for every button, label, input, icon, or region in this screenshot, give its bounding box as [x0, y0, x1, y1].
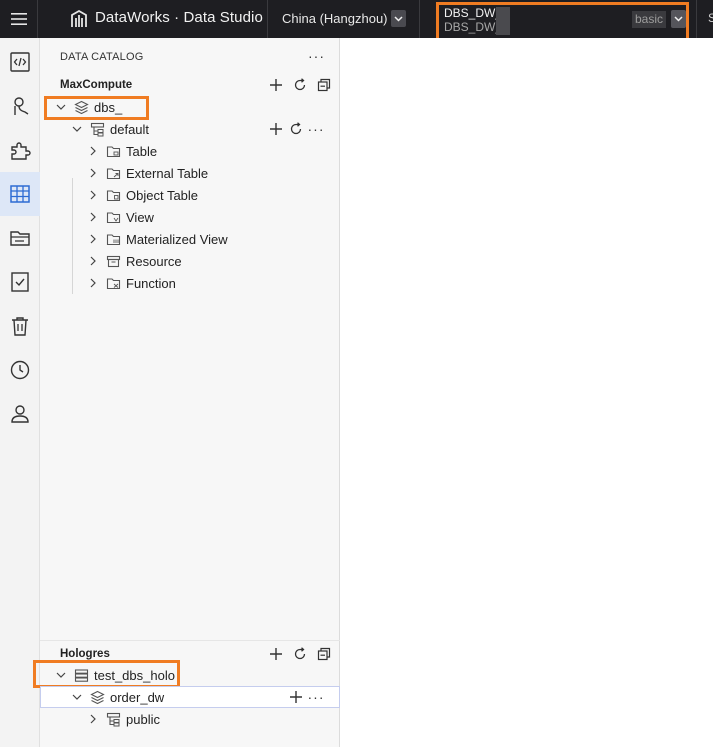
chevron-right-icon[interactable]	[86, 210, 100, 224]
collapse-all-icon[interactable]	[316, 77, 332, 93]
chevron-right-icon[interactable]	[86, 276, 100, 290]
tree-item-materialized-view[interactable]: Materialized View	[40, 228, 340, 250]
tree-item-external-table[interactable]: External Table	[40, 162, 340, 184]
section-title-hologres: Hologres	[60, 648, 110, 660]
chevron-down-icon[interactable]	[70, 690, 84, 704]
add-icon[interactable]	[288, 689, 304, 705]
database-name: order_dw	[110, 689, 165, 705]
schema-icon	[105, 711, 121, 727]
more-icon[interactable]: ···	[308, 121, 324, 137]
folder-materialized-view-icon	[105, 231, 121, 247]
tree-item-function[interactable]: Function	[40, 272, 340, 294]
tree-item-label: Table	[126, 143, 158, 159]
editor-area	[340, 38, 713, 747]
folder-table-icon	[105, 143, 121, 159]
folder-icon[interactable]	[0, 216, 40, 260]
tree-item-label: Materialized View	[126, 231, 228, 247]
workspace-selector[interactable]: DBS_DW_ DBS_DW_ basic	[436, 2, 689, 41]
code-icon[interactable]	[0, 40, 40, 84]
divider	[267, 0, 268, 38]
chevron-right-icon[interactable]	[86, 232, 100, 246]
chevron-right-icon[interactable]	[86, 166, 100, 180]
folder-view-icon	[105, 209, 121, 225]
divider	[696, 0, 697, 38]
clock-icon[interactable]	[0, 348, 40, 392]
divider	[40, 640, 340, 641]
chevron-right-icon[interactable]	[86, 254, 100, 268]
collapse-all-icon[interactable]	[316, 646, 332, 662]
puzzle-icon[interactable]	[0, 128, 40, 172]
chevron-down-icon[interactable]	[70, 122, 84, 136]
schema-icon	[89, 121, 105, 137]
tree-item-label: Object Table	[126, 187, 199, 203]
tree-item-label: Resource	[126, 253, 182, 269]
chevron-down-icon[interactable]	[671, 10, 686, 28]
tree-item-label: Function	[126, 275, 176, 291]
panel-title: DATA CATALOG	[60, 51, 144, 63]
tree-item-schema-public[interactable]: public	[40, 708, 340, 730]
add-icon[interactable]	[268, 77, 284, 93]
section-title-maxcompute: MaxCompute	[60, 79, 133, 91]
workspace-env-badge: basic	[632, 11, 667, 28]
workspace-display-name: DBS_DW_	[444, 20, 503, 34]
data-catalog-panel: DATA CATALOG ··· MaxCompute dbs_ default…	[33, 38, 340, 747]
tree-item-view[interactable]: View	[40, 206, 340, 228]
refresh-icon[interactable]	[292, 646, 308, 662]
folder-function-icon	[105, 275, 121, 291]
refresh-icon[interactable]	[288, 121, 304, 137]
tree-item-object-table[interactable]: Object Table	[40, 184, 340, 206]
tree-item-table[interactable]: Table	[40, 140, 340, 162]
workspace-name: DBS_DW_	[444, 6, 503, 20]
app-title: DataWorks · Data Studio	[95, 9, 263, 26]
checklist-icon[interactable]	[0, 260, 40, 304]
flow-icon[interactable]	[0, 84, 40, 128]
chevron-right-icon[interactable]	[86, 144, 100, 158]
user-icon[interactable]	[0, 392, 40, 436]
activity-bar	[0, 38, 40, 747]
folder-object-icon	[105, 187, 121, 203]
chevron-down-icon[interactable]	[391, 10, 406, 27]
folder-external-icon	[105, 165, 121, 181]
add-icon[interactable]	[268, 646, 284, 662]
dataworks-logo-icon	[70, 9, 88, 29]
truncated-menu-label[interactable]: S	[708, 11, 713, 25]
resource-icon	[105, 253, 121, 269]
region-selector-label[interactable]: China (Hangzhou)	[282, 11, 388, 26]
tree-item-label: View	[126, 209, 154, 225]
top-bar: DataWorks · Data Studio China (Hangzhou)…	[0, 0, 713, 41]
more-icon[interactable]: ···	[308, 689, 324, 705]
refresh-icon[interactable]	[292, 77, 308, 93]
schema-name: public	[126, 711, 160, 727]
tree-item-label: External Table	[126, 165, 209, 181]
highlight-box	[33, 660, 180, 688]
table-grid-icon[interactable]	[0, 172, 40, 216]
tree-item-resource[interactable]: Resource	[40, 250, 340, 272]
divider	[419, 0, 420, 38]
schema-name: default	[110, 121, 150, 137]
trash-icon[interactable]	[0, 304, 40, 348]
highlight-box	[44, 96, 149, 120]
chevron-right-icon[interactable]	[86, 188, 100, 202]
add-icon[interactable]	[268, 121, 284, 137]
redaction-mask	[496, 7, 510, 35]
layers-icon	[89, 689, 105, 705]
menu-icon[interactable]	[0, 0, 38, 38]
more-icon[interactable]: ···	[308, 48, 325, 64]
chevron-right-icon[interactable]	[86, 712, 100, 726]
